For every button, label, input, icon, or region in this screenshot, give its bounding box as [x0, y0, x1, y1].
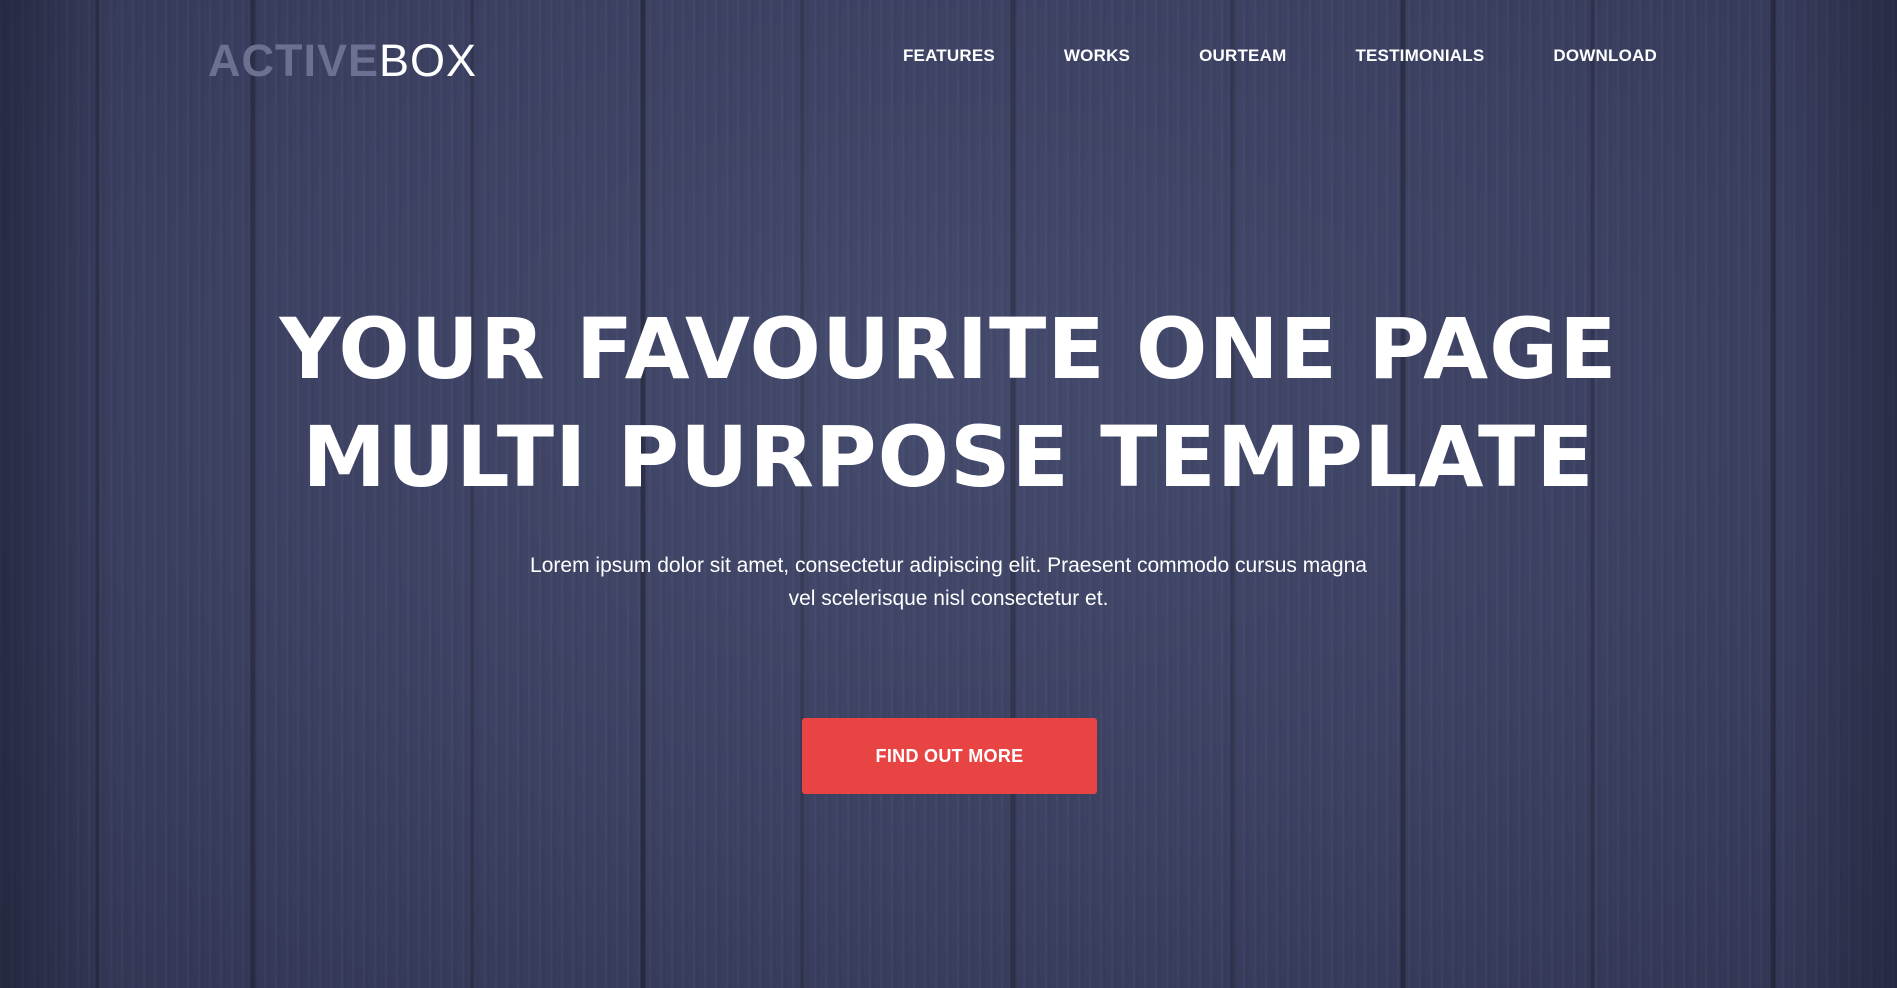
nav-link-works[interactable]: WORKS: [1064, 46, 1130, 66]
hero-subtext-line-2: vel scelerisque nisl consectetur et.: [788, 587, 1109, 610]
find-out-more-button[interactable]: FIND OUT MORE: [802, 718, 1097, 794]
hero-headline: YOUR FAVOURITE ONE PAGE MULTI PURPOSE TE…: [0, 295, 1897, 511]
hero-headline-line-2: MULTI PURPOSE TEMPLATE: [302, 408, 1595, 506]
nav-link-features[interactable]: FEATURES: [903, 46, 995, 66]
main-nav: FEATURES WORKS OURTEAM TESTIMONIALS DOWN…: [903, 46, 1657, 66]
hero-subtext: Lorem ipsum dolor sit amet, consectetur …: [0, 549, 1897, 615]
logo-text-active: ACTIVE: [208, 35, 380, 86]
hero-headline-line-1: YOUR FAVOURITE ONE PAGE: [279, 300, 1618, 398]
navbar: ACTIVEBOX FEATURES WORKS OURTEAM TESTIMO…: [0, 0, 1897, 114]
logo-text-box: BOX: [379, 35, 478, 86]
nav-link-download[interactable]: DOWNLOAD: [1553, 46, 1657, 66]
nav-link-testimonials[interactable]: TESTIMONIALS: [1355, 46, 1484, 66]
hero-section: ACTIVEBOX FEATURES WORKS OURTEAM TESTIMO…: [0, 0, 1897, 988]
brand-logo[interactable]: ACTIVEBOX: [208, 35, 477, 87]
nav-link-ourteam[interactable]: OURTEAM: [1199, 46, 1286, 66]
hero-subtext-line-1: Lorem ipsum dolor sit amet, consectetur …: [530, 554, 1367, 577]
